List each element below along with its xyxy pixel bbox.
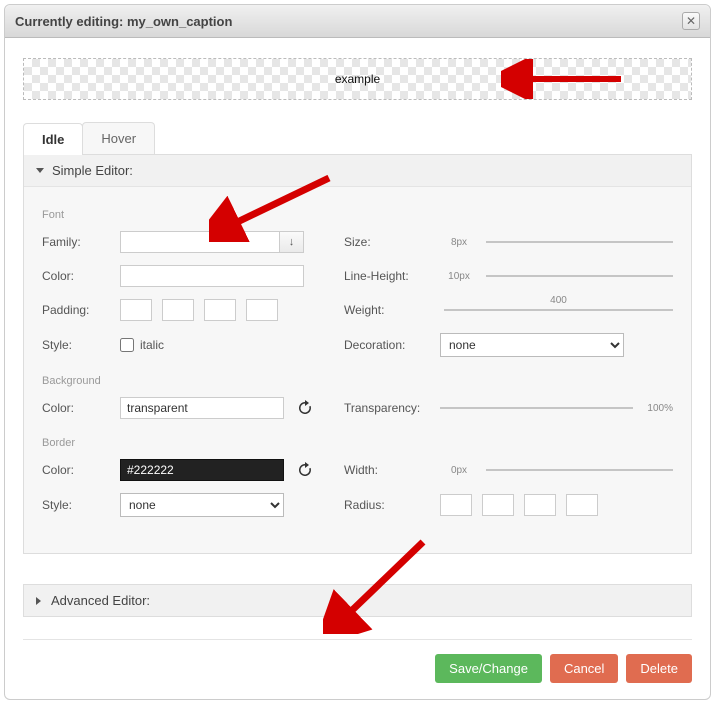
transparency-slider[interactable]: 100% — [440, 403, 673, 414]
delete-button[interactable]: Delete — [626, 654, 692, 683]
italic-checkbox-wrap[interactable]: italic — [120, 338, 164, 352]
dialog: Currently editing: my_own_caption ✕ exam… — [4, 4, 711, 700]
dialog-header: Currently editing: my_own_caption ✕ — [5, 5, 710, 38]
tabs: Idle Hover — [23, 122, 692, 155]
label-border-width: Width: — [344, 463, 440, 477]
preview-area: example — [24, 59, 691, 99]
accordion-header-advanced[interactable]: Advanced Editor: — [23, 584, 692, 617]
font-family-picker-button[interactable]: ↓ — [280, 231, 304, 253]
border-color-input[interactable]: #222222 — [120, 459, 284, 481]
accordion-title: Simple Editor: — [52, 163, 133, 178]
border-width-value: 0px — [440, 465, 478, 476]
bg-color-input[interactable] — [120, 397, 284, 419]
section-label-border: Border — [42, 437, 673, 449]
padding-left-input[interactable] — [246, 299, 278, 321]
weight-value: 400 — [550, 295, 567, 306]
tab-idle[interactable]: Idle — [23, 123, 83, 155]
dialog-title: Currently editing: my_own_caption — [15, 14, 232, 29]
save-button[interactable]: Save/Change — [435, 654, 542, 683]
label-border-color: Color: — [42, 463, 120, 477]
close-icon: ✕ — [686, 14, 696, 28]
radius-bl-input[interactable] — [566, 494, 598, 516]
border-color-reset-button[interactable] — [294, 459, 316, 481]
label-weight: Weight: — [344, 303, 440, 317]
font-family-input[interactable] — [120, 231, 280, 253]
font-color-input[interactable] — [120, 265, 304, 287]
preview-container: example — [23, 58, 692, 100]
accordion-panel-simple: Font Family: ↓ Size: — [24, 187, 691, 553]
padding-top-input[interactable] — [120, 299, 152, 321]
padding-bottom-input[interactable] — [204, 299, 236, 321]
radius-br-input[interactable] — [524, 494, 556, 516]
dialog-footer: Save/Change Cancel Delete — [23, 639, 692, 683]
cancel-button[interactable]: Cancel — [550, 654, 618, 683]
label-style: Style: — [42, 338, 120, 352]
section-label-font: Font — [42, 209, 673, 221]
label-decoration: Decoration: — [344, 338, 440, 352]
close-button[interactable]: ✕ — [682, 12, 700, 30]
bg-color-reset-button[interactable] — [294, 397, 316, 419]
size-slider[interactable]: 8px — [440, 237, 673, 248]
chevron-down-icon — [36, 168, 44, 173]
radius-tr-input[interactable] — [482, 494, 514, 516]
chevron-right-icon — [36, 597, 41, 605]
label-lineheight: Line-Height: — [344, 269, 440, 283]
border-style-select[interactable]: none — [120, 493, 284, 517]
section-label-background: Background — [42, 375, 673, 387]
label-bg-color: Color: — [42, 401, 120, 415]
label-font-color: Color: — [42, 269, 120, 283]
annotation-arrow-icon — [501, 59, 631, 99]
label-padding: Padding: — [42, 303, 120, 317]
transparency-value: 100% — [647, 403, 673, 414]
border-color-value: #222222 — [127, 463, 174, 477]
border-width-slider[interactable]: 0px — [440, 465, 673, 476]
label-family: Family: — [42, 235, 120, 249]
label-transparency: Transparency: — [344, 401, 440, 415]
preview-text: example — [335, 72, 380, 86]
refresh-icon — [297, 462, 313, 478]
padding-right-input[interactable] — [162, 299, 194, 321]
tab-hover[interactable]: Hover — [82, 122, 155, 154]
dialog-body: example Idle Hover Simple Editor: — [5, 38, 710, 699]
italic-label: italic — [140, 338, 164, 352]
accordion-title-advanced: Advanced Editor: — [51, 593, 150, 608]
radius-tl-input[interactable] — [440, 494, 472, 516]
italic-checkbox[interactable] — [120, 338, 134, 352]
weight-slider[interactable]: 400 — [440, 309, 673, 311]
lineheight-slider[interactable]: 10px — [440, 271, 673, 282]
accordion-simple: Simple Editor: Font Family: ↓ — [23, 155, 692, 554]
label-size: Size: — [344, 235, 440, 249]
refresh-icon — [297, 400, 313, 416]
arrow-down-icon: ↓ — [289, 236, 295, 248]
label-radius: Radius: — [344, 498, 440, 512]
lineheight-value: 10px — [440, 271, 478, 282]
decoration-select[interactable]: none — [440, 333, 624, 357]
size-value: 8px — [440, 237, 478, 248]
accordion-header-simple[interactable]: Simple Editor: — [24, 155, 691, 187]
label-border-style: Style: — [42, 498, 120, 512]
